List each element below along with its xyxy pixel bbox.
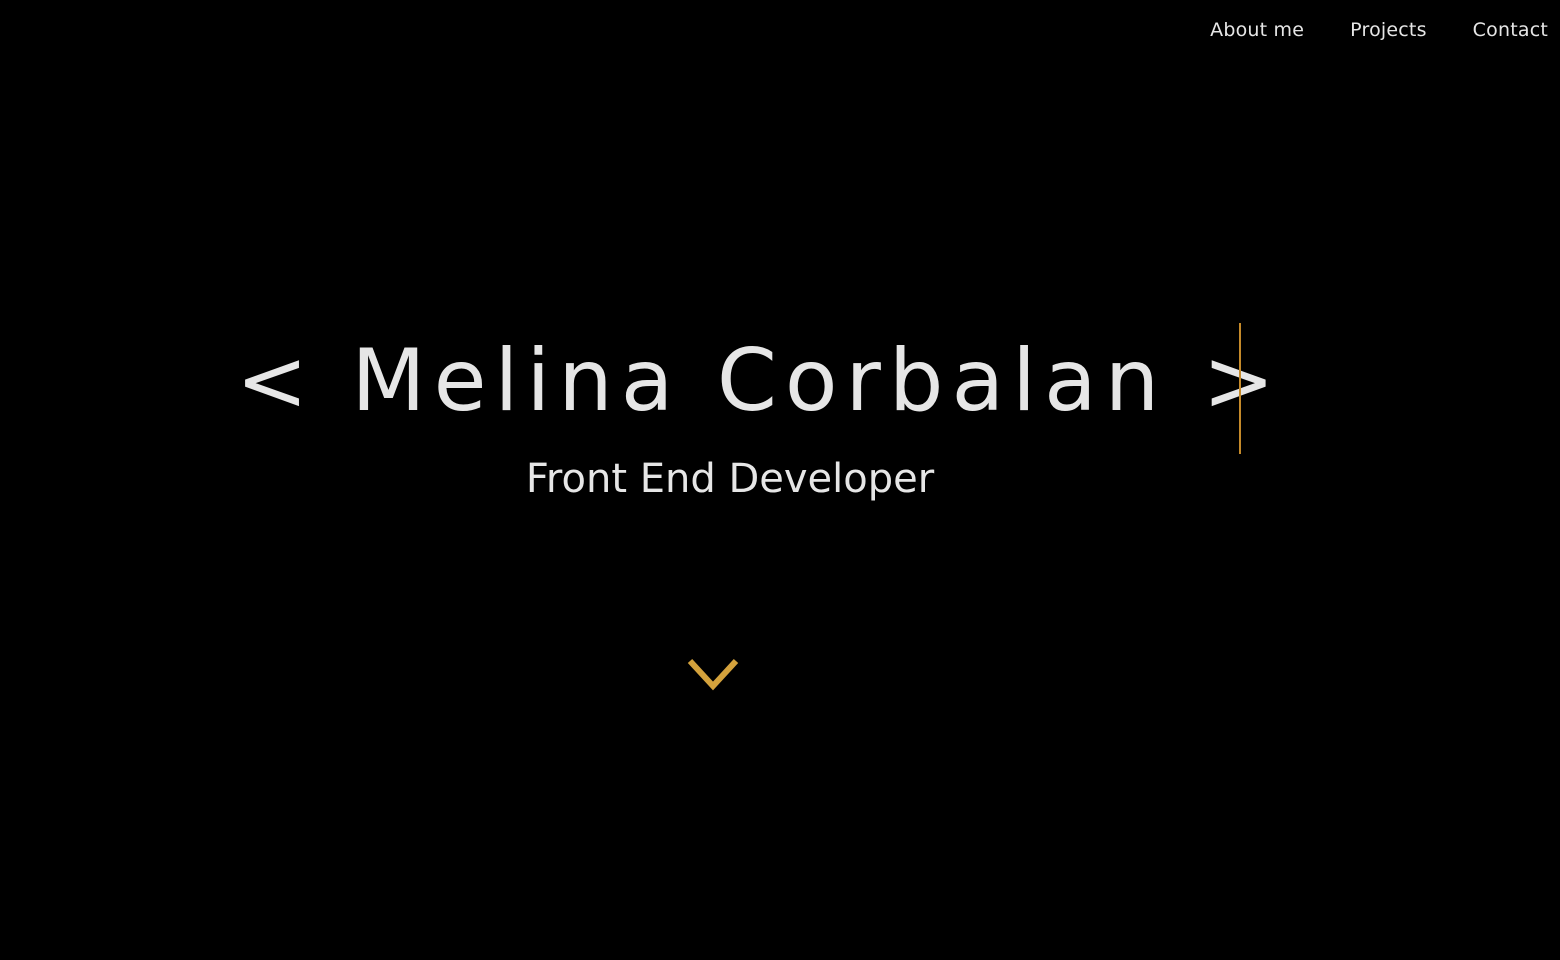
hero-title: < Melina Corbalan > — [236, 331, 1283, 431]
nav-link-about-me[interactable]: About me — [1210, 14, 1304, 46]
typing-cursor — [1239, 323, 1241, 454]
nav-link-projects[interactable]: Projects — [1350, 14, 1427, 46]
nav-link-contact[interactable]: Contact — [1473, 14, 1548, 46]
scroll-down-button[interactable] — [686, 656, 740, 694]
chevron-down-icon — [687, 658, 739, 691]
main-nav: About me Projects Contact — [1210, 14, 1548, 46]
hero-subtitle: Front End Developer — [525, 456, 935, 502]
hero-section: < Melina Corbalan > — [0, 318, 1560, 458]
